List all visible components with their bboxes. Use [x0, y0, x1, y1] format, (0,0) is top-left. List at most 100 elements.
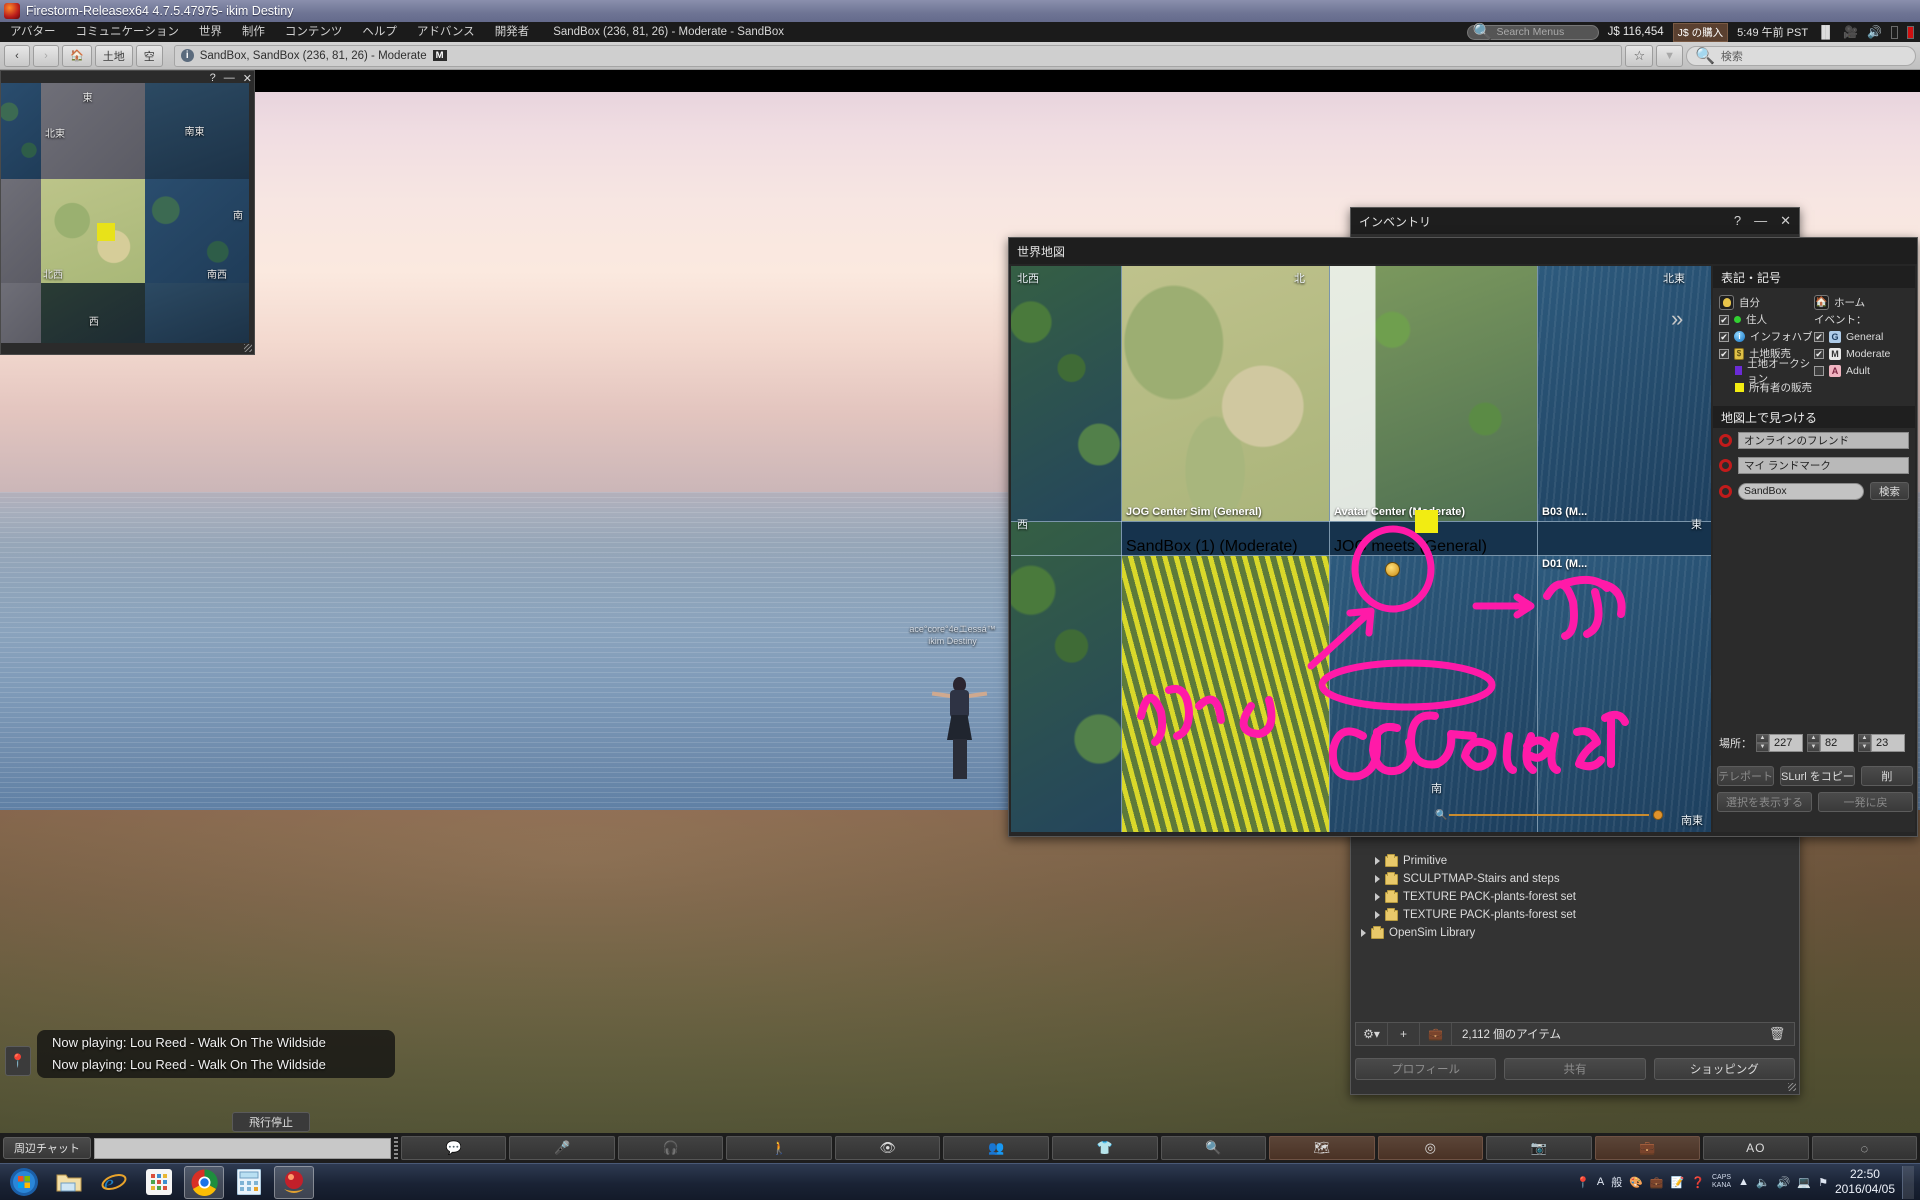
chat-button[interactable]: 💬	[400, 1136, 507, 1160]
ime-mode-general[interactable]: 般	[1611, 1174, 1622, 1190]
minimize-icon[interactable]: —	[224, 72, 235, 85]
chevron-right-icon[interactable]	[1375, 857, 1380, 865]
share-button[interactable]: 共有	[1504, 1058, 1646, 1080]
inventory-window-controls[interactable]: ? — ✕	[1734, 213, 1791, 229]
legend-infohub[interactable]: i インフォハブ	[1719, 328, 1814, 345]
menu-avatar[interactable]: アバター	[0, 22, 66, 42]
volume-muted-icon[interactable]: 🔈	[1756, 1176, 1770, 1189]
inventory-button[interactable]: 💼	[1594, 1136, 1701, 1160]
legend-resident[interactable]: 住人	[1719, 311, 1814, 328]
world-map-titlebar[interactable]: 世界地図	[1009, 238, 1917, 264]
world-map-buttons-row2[interactable]: 選択を表示する 一発に戻	[1717, 792, 1913, 812]
plus-icon[interactable]: +	[1388, 1023, 1420, 1045]
minimap-tile[interactable]	[1, 283, 41, 343]
buy-currency-button[interactable]: J$ の購入	[1672, 22, 1729, 42]
network-icon[interactable]: 💻	[1797, 1176, 1811, 1189]
find-landmarks-row[interactable]: マイ ランドマーク	[1713, 453, 1915, 478]
notification-icon[interactable]: 📍	[1576, 1176, 1590, 1189]
ime-tool-icon[interactable]: 💼	[1650, 1176, 1664, 1189]
sky-button[interactable]: 空	[135, 44, 163, 67]
minimize-icon[interactable]: —	[1754, 213, 1767, 229]
map-tile[interactable]	[1011, 522, 1121, 832]
volume-icon[interactable]: 🔊	[1867, 25, 1882, 39]
menubar-right-cluster[interactable]: 🔍 Search Menus J$ 116,454 J$ の購入 5:49 午前…	[1466, 22, 1920, 42]
resize-handle[interactable]	[244, 344, 252, 352]
stepper-arrows[interactable]: ▲ ▼	[1807, 734, 1820, 752]
internet-explorer-icon[interactable]: e	[94, 1166, 134, 1199]
location-pin-icon[interactable]: 📍	[5, 1046, 31, 1076]
event-general-checkbox[interactable]	[1814, 331, 1824, 342]
apps-icon[interactable]	[139, 1166, 179, 1199]
ime-pad-icon[interactable]: 📝	[1671, 1176, 1685, 1189]
chrome-icon[interactable]	[184, 1165, 224, 1199]
show-desktop-button[interactable]	[1902, 1165, 1914, 1199]
collapse-panel-icon[interactable]: »	[1671, 306, 1683, 332]
minimap-tile-current[interactable]: 北西	[41, 179, 145, 283]
teleport-button[interactable]: テレポート	[1717, 766, 1774, 786]
stepper-down-icon[interactable]: ▼	[1858, 743, 1871, 752]
minimap-tile[interactable]: 南 南西	[145, 179, 249, 283]
avatar-figure[interactable]	[931, 677, 988, 789]
menu-world[interactable]: 世界	[189, 22, 232, 42]
legend-event-general[interactable]: G General	[1814, 328, 1909, 345]
inventory-titlebar[interactable]: インベントリ ? — ✕	[1351, 208, 1799, 234]
event-moderate-checkbox[interactable]	[1814, 348, 1824, 359]
world-map-buttons-row1[interactable]: テレポート SLurl をコピー 削	[1717, 766, 1913, 786]
show-selection-button[interactable]: 選択を表示する	[1717, 792, 1812, 812]
list-item[interactable]: SCULPTMAP-Stairs and steps	[1355, 870, 1795, 888]
firestorm-button[interactable]: ◌	[1811, 1136, 1918, 1160]
chevron-right-icon[interactable]	[1375, 911, 1380, 919]
stepper-up-icon[interactable]: ▲	[1858, 734, 1871, 743]
land-button[interactable]: 土地	[94, 44, 133, 67]
help-icon[interactable]: ❓	[1691, 1176, 1705, 1189]
radio-search-region[interactable]	[1719, 484, 1732, 498]
location-coordinates[interactable]: 場所： ▲ ▼ 227 ▲ ▼ 82 ▲ ▼ 23	[1713, 730, 1915, 756]
stop-flying-button[interactable]: 飛行停止	[232, 1112, 310, 1132]
star-icon[interactable]: ☆	[1625, 44, 1654, 67]
stepper-arrows[interactable]: ▲ ▼	[1756, 734, 1769, 752]
windows-taskbar[interactable]: e 📍 A 般 🎨 💼 📝 ❓ CAPS KANA ▲ 🔈 🔊 💻 ⚑ 22:5…	[0, 1163, 1920, 1200]
explorer-icon[interactable]	[49, 1166, 89, 1199]
appearance-button[interactable]: 👕	[1051, 1136, 1158, 1160]
gear-icon[interactable]: ⚙▾	[1356, 1023, 1388, 1045]
stepper-up-icon[interactable]: ▲	[1807, 734, 1820, 743]
search-menus-input[interactable]: 🔍 Search Menus	[1466, 24, 1599, 41]
shopping-button[interactable]: ショッピング	[1653, 1058, 1795, 1080]
minimap-tile[interactable]: 西	[41, 283, 145, 343]
minimap-tile[interactable]: 南東	[145, 83, 249, 179]
map-tile[interactable]: JOG Center Sim (General)	[1122, 266, 1329, 521]
resident-checkbox[interactable]	[1719, 314, 1729, 325]
ime-caps-kana-indicator[interactable]: CAPS KANA	[1712, 1174, 1731, 1190]
list-item[interactable]: TEXTURE PACK-plants-forest set	[1355, 888, 1795, 906]
coordinate-z-value[interactable]: 23	[1871, 734, 1905, 752]
radio-online-friends[interactable]	[1719, 434, 1732, 447]
headset-button[interactable]: 🎧	[617, 1136, 724, 1160]
pause-icon[interactable]: ▐▌	[1817, 25, 1834, 39]
inventory-action-buttons[interactable]: プロフィール 共有 ショッピング	[1355, 1058, 1795, 1080]
calculator-icon[interactable]	[229, 1166, 269, 1199]
volume-icon[interactable]: 🔊	[1777, 1176, 1791, 1189]
toolbar-grip[interactable]	[393, 1137, 398, 1159]
stepper-down-icon[interactable]: ▼	[1756, 743, 1769, 752]
map-tile[interactable]: B03 (M...	[1538, 266, 1711, 521]
chevron-right-icon[interactable]	[1375, 893, 1380, 901]
menu-content[interactable]: コンテンツ	[275, 22, 353, 42]
firestorm-taskbar-icon[interactable]	[274, 1165, 314, 1199]
map-tile[interactable]: Avatar Center (Moderate)	[1330, 266, 1537, 521]
show-all-button[interactable]: 一発に戻	[1818, 792, 1913, 812]
menu-help[interactable]: ヘルプ	[352, 22, 407, 42]
chat-toast[interactable]: Now playing: Lou Reed - Walk On The Wild…	[37, 1030, 395, 1078]
chevron-down-icon[interactable]: ▼	[1656, 44, 1683, 67]
list-item[interactable]: TEXTURE PACK-plants-forest set	[1355, 906, 1795, 924]
chevron-right-icon[interactable]	[1375, 875, 1380, 883]
trash-icon[interactable]: 🗑	[1760, 1026, 1794, 1042]
minimap-floater[interactable]: ? — ✕ 東 北東 南東 北西 南 南西 西	[0, 70, 255, 355]
wear-icon[interactable]: 💼	[1420, 1023, 1452, 1045]
radio-my-landmarks[interactable]	[1719, 459, 1732, 472]
ime-mode-a[interactable]: A	[1597, 1176, 1604, 1188]
find-online-friends-row[interactable]: オンラインのフレンド	[1713, 428, 1915, 453]
move-button[interactable]: 🚶	[726, 1136, 832, 1160]
minimap-tile[interactable]: 東 北東	[41, 83, 145, 179]
menubar[interactable]: アバター コミュニケーション 世界 制作 コンテンツ ヘルプ アドバンス 開発者…	[0, 22, 1920, 42]
landsale-checkbox[interactable]	[1719, 348, 1729, 359]
